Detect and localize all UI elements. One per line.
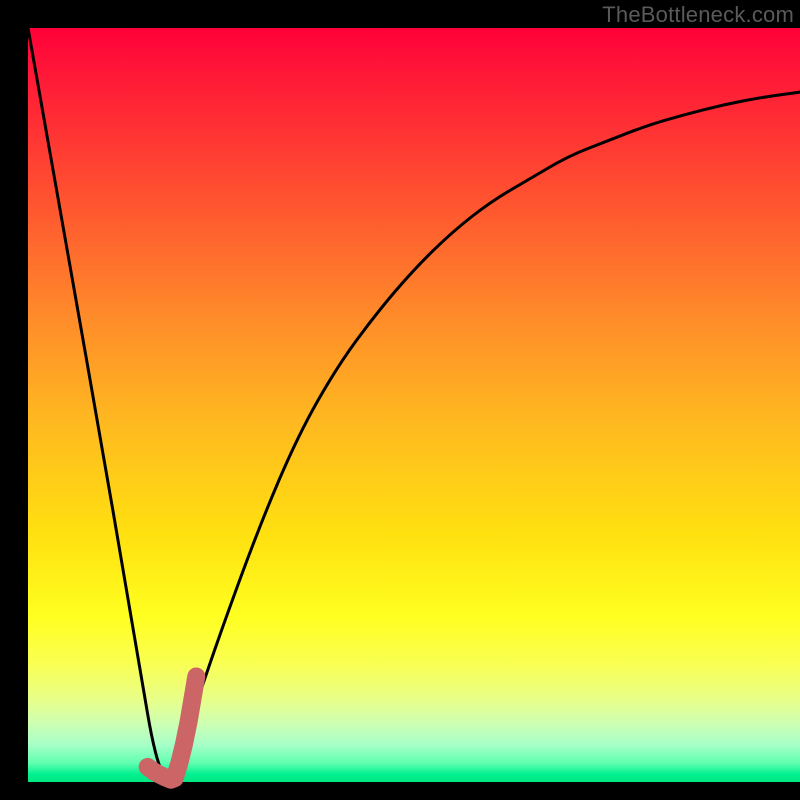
highlight-marker xyxy=(148,676,197,779)
curve-layer xyxy=(0,0,800,800)
chart-frame: TheBottleneck.com xyxy=(0,0,800,800)
bottleneck-curve-path xyxy=(28,28,800,777)
watermark-text: TheBottleneck.com xyxy=(602,2,794,28)
